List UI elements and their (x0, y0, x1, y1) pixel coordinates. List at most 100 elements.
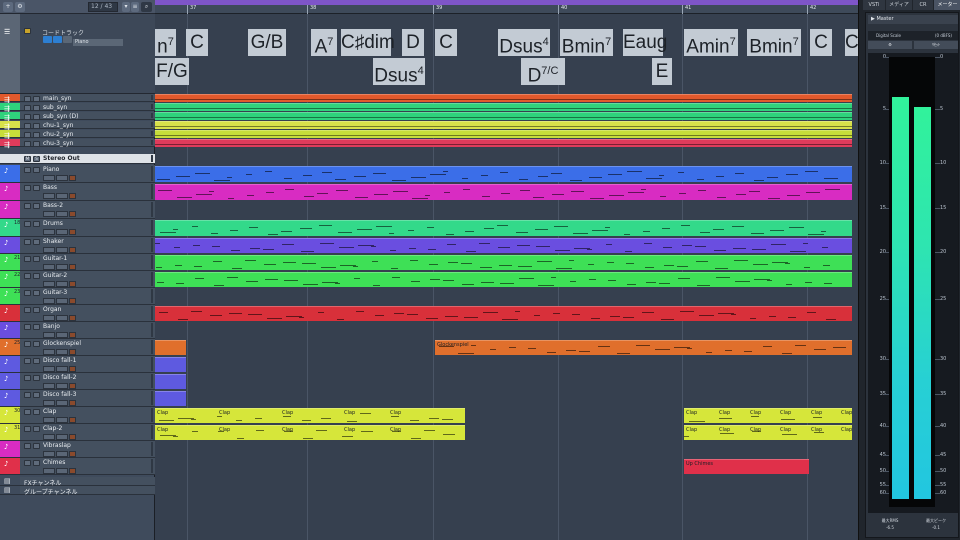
track-color-strip[interactable] (0, 154, 20, 163)
track-row[interactable]: ⇶ chu-1_syn (0, 121, 155, 131)
track-color-strip[interactable] (0, 112, 20, 119)
track-row[interactable]: ♪ Shaker (0, 237, 155, 254)
mute-button[interactable] (24, 358, 31, 364)
track-row[interactable]: ⇶ sub_syn (0, 103, 155, 113)
audio-event[interactable] (155, 121, 852, 129)
solo-button[interactable] (33, 123, 40, 129)
write-button[interactable] (56, 175, 68, 181)
track-row[interactable]: ♪ Piano (0, 165, 155, 183)
mute-button[interactable] (24, 256, 31, 262)
read-button[interactable] (43, 211, 55, 217)
solo-button[interactable] (33, 239, 40, 245)
write-button[interactable] (56, 332, 68, 338)
track-row[interactable]: ♪ Disco fall-3 (0, 390, 155, 407)
track-row[interactable]: ⇶ chu-3_syn (0, 139, 155, 149)
chord-event[interactable]: Amin7 (684, 29, 738, 57)
track-name[interactable]: Shaker (43, 238, 64, 245)
midi-part[interactable]: Clap (809, 425, 839, 440)
arrangement-area[interactable]: n7 C G/B A7 C♯dim D C Dsus4 Bmin7 Eaug Amin7 Bmin7 C… (155, 14, 858, 540)
mute-button[interactable] (24, 273, 31, 279)
mute-button[interactable]: M (24, 156, 31, 162)
track-color-strip[interactable] (0, 322, 20, 338)
mute-button[interactable] (24, 185, 31, 191)
chord-event[interactable]: E (652, 58, 672, 85)
mute-button[interactable] (24, 426, 31, 432)
mute-button[interactable] (24, 324, 31, 330)
track-row[interactable]: ♪ Bass-2 (0, 201, 155, 219)
track-row[interactable]: ♪ Bass (0, 183, 155, 201)
record-enable-button[interactable] (69, 468, 76, 474)
list-icon[interactable]: ≡ (131, 2, 139, 12)
write-button[interactable] (56, 366, 68, 372)
chord-event[interactable]: A7 (311, 29, 337, 57)
track-row[interactable]: ♪ 21 Guitar-1 (0, 254, 155, 271)
mute-button[interactable] (24, 443, 31, 449)
track-name[interactable]: Disco fall-3 (43, 391, 76, 398)
midi-part[interactable]: Clap (717, 425, 748, 440)
chord-event[interactable]: C♯dim (341, 29, 395, 56)
solo-button[interactable] (33, 256, 40, 262)
track-name[interactable]: Chimes (43, 459, 65, 466)
record-enable-button[interactable] (69, 175, 76, 181)
track-name[interactable]: Glockenspiel (43, 340, 81, 347)
track-name[interactable]: Organ (43, 306, 61, 313)
track-row[interactable]: ▤ グループチャンネル (0, 486, 155, 496)
tab-meter[interactable]: メーター (934, 0, 960, 10)
mute-button[interactable] (24, 341, 31, 347)
meter-scale-selector[interactable]: Digital Scale (0 dBFS) (868, 31, 958, 40)
mute-button[interactable] (24, 307, 31, 313)
midi-part[interactable]: Clap (217, 408, 280, 423)
midi-part[interactable]: Clap (280, 408, 342, 423)
record-enable-button[interactable] (69, 298, 76, 304)
track-row[interactable]: ♪ 18 Drums (0, 219, 155, 237)
midi-part[interactable] (155, 272, 852, 287)
midi-part[interactable] (155, 238, 852, 253)
track-color-strip[interactable] (0, 165, 20, 182)
read-button[interactable] (43, 434, 55, 440)
midi-part[interactable]: Clap (342, 425, 388, 440)
track-name[interactable]: sub_syn (D) (43, 113, 78, 120)
record-enable-button[interactable] (69, 451, 76, 457)
midi-part[interactable] (155, 374, 186, 389)
track-color-strip[interactable] (0, 237, 20, 253)
midi-part[interactable] (155, 340, 186, 355)
audio-event[interactable] (155, 130, 852, 138)
audio-event[interactable] (155, 94, 852, 102)
filter-icon[interactable]: ▾ (122, 2, 130, 12)
track-color-strip[interactable] (0, 458, 20, 474)
track-name[interactable]: chu-2_syn (43, 131, 73, 138)
midi-part[interactable]: Clap (748, 425, 778, 440)
record-enable-button[interactable] (69, 229, 76, 235)
write-button[interactable] (56, 229, 68, 235)
midi-part[interactable]: Clap (748, 408, 778, 423)
read-button[interactable] (43, 298, 55, 304)
read-button[interactable] (43, 400, 55, 406)
read-button[interactable] (43, 175, 55, 181)
write-button[interactable] (56, 349, 68, 355)
track-row[interactable]: ♪ 31 Clap-2 (0, 424, 155, 441)
read-button[interactable] (43, 247, 55, 253)
chord-event[interactable]: C (810, 29, 832, 56)
solo-button[interactable] (33, 341, 40, 347)
read-button[interactable] (43, 315, 55, 321)
record-enable-button[interactable] (69, 434, 76, 440)
track-row[interactable]: ♪ Chimes (0, 458, 155, 475)
chord-event[interactable]: F/G (155, 58, 189, 85)
chord-event[interactable]: Eaug (623, 29, 667, 56)
write-button[interactable] (56, 193, 68, 199)
record-enable-button[interactable] (69, 211, 76, 217)
midi-part[interactable]: Clap (388, 408, 465, 423)
midi-part[interactable]: Clap (809, 408, 839, 423)
track-name[interactable]: Bass-2 (43, 202, 63, 209)
track-name[interactable]: Guitar-3 (43, 289, 67, 296)
track-name[interactable]: Drums (43, 220, 63, 227)
midi-part[interactable]: Clap (684, 408, 717, 423)
mute-button[interactable] (24, 460, 31, 466)
add-track-icon[interactable]: + (3, 2, 13, 12)
track-name[interactable]: Guitar-2 (43, 272, 67, 279)
read-button[interactable] (43, 193, 55, 199)
midi-part[interactable]: Clap (839, 408, 852, 423)
track-name[interactable]: Disco fall-2 (43, 374, 76, 381)
write-button[interactable] (56, 315, 68, 321)
mute-button[interactable] (24, 105, 31, 111)
